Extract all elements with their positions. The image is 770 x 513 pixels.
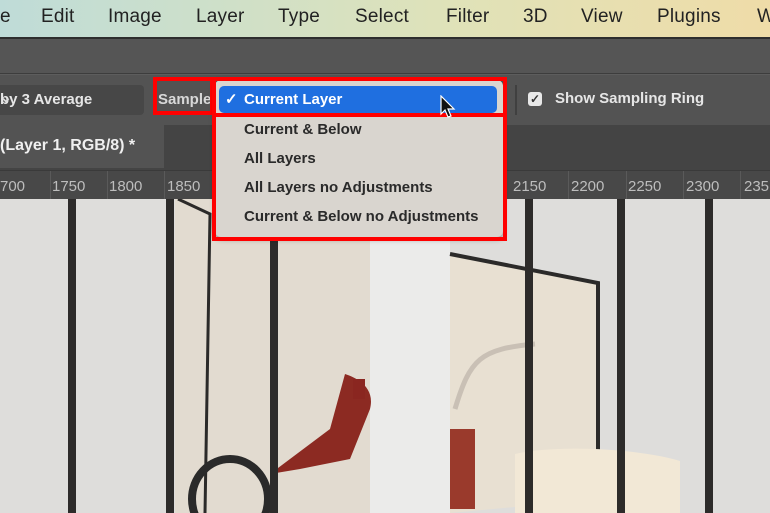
sample-size-select[interactable]: by 3 Average ⌄: [0, 85, 144, 115]
window-bar: [705, 199, 713, 513]
ruler-tick-line: [740, 171, 741, 200]
menu-bar: e Edit Image Layer Type Select Filter 3D…: [0, 0, 770, 39]
annotation-box-options-list: [212, 113, 507, 241]
ruler-tick-label: 235: [744, 178, 770, 195]
window-bar: [68, 199, 76, 513]
ruler-tick-label: 1800: [109, 178, 143, 195]
show-sampling-ring-label: Show Sampling Ring: [555, 90, 705, 107]
tricycle-seat: [353, 379, 365, 399]
tricycle-post: [450, 429, 475, 509]
white-column: [370, 199, 450, 513]
menu-type[interactable]: Type: [278, 6, 320, 28]
checkbox-checked-icon[interactable]: ✓: [528, 92, 542, 106]
document-tab-title: (Layer 1, RGB/8) *: [0, 137, 136, 154]
document-tab[interactable]: (Layer 1, RGB/8) *: [0, 125, 164, 168]
menu-view[interactable]: View: [581, 6, 623, 28]
ruler-tick-label: 1850: [167, 178, 201, 195]
image-canvas[interactable]: [0, 199, 770, 513]
window-bar: [166, 199, 174, 513]
ruler-tick-label: 1750: [52, 178, 86, 195]
window-bar: [525, 199, 533, 513]
window-bar: [617, 199, 625, 513]
application-bar: [0, 39, 770, 74]
ruler-tick-line: [683, 171, 684, 200]
ruler-tick-line: [568, 171, 569, 200]
ruler-tick-label: 2200: [571, 178, 605, 195]
annotation-box-sample-label: [153, 77, 214, 115]
menu-3d[interactable]: 3D: [523, 6, 548, 28]
menu-image[interactable]: Image: [108, 6, 162, 28]
annotation-box-selected-option: [212, 77, 507, 117]
ruler-tick-line: [626, 171, 627, 200]
menu-window[interactable]: W: [757, 6, 770, 28]
menu-filter[interactable]: Filter: [446, 6, 489, 28]
options-divider: [515, 85, 517, 115]
lamp-shade: [515, 448, 680, 513]
ruler-tick-label: 2300: [686, 178, 720, 195]
photo-content: [0, 199, 770, 513]
ruler-tick-label: 2150: [513, 178, 547, 195]
ruler-tick-line: [50, 171, 51, 200]
ruler-tick-line: [164, 171, 165, 200]
mouse-cursor-icon: [440, 95, 456, 118]
window-bar: [270, 199, 278, 513]
menu-edit[interactable]: Edit: [41, 6, 75, 28]
chevron-down-icon: ⌄: [0, 89, 12, 105]
menu-select[interactable]: Select: [355, 6, 409, 28]
menu-layer[interactable]: Layer: [196, 6, 245, 28]
ruler-tick-line: [107, 171, 108, 200]
ruler-tick-label: 700: [0, 178, 26, 195]
menu-file[interactable]: e: [0, 6, 11, 28]
menu-plugins[interactable]: Plugins: [657, 6, 721, 28]
ruler-tick-label: 2250: [628, 178, 662, 195]
